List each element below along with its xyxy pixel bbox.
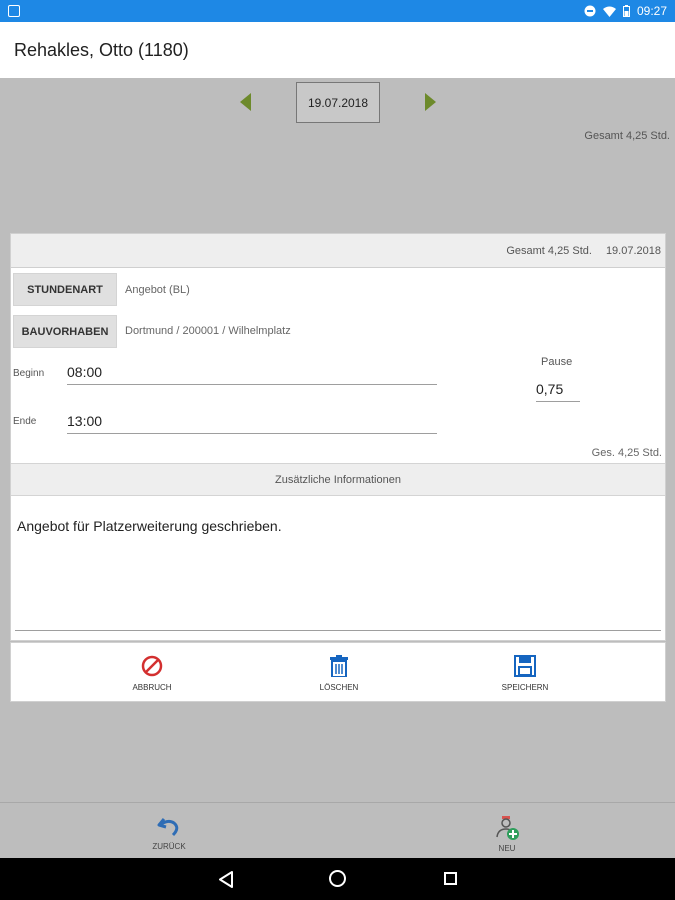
next-day-arrow-icon[interactable] xyxy=(425,93,436,111)
notification-icon xyxy=(8,5,20,17)
clock: 09:27 xyxy=(636,4,667,18)
cancel-icon xyxy=(141,655,163,677)
back-button[interactable]: ZURÜCK xyxy=(129,815,209,851)
ende-label: Ende xyxy=(13,416,37,427)
bottom-bar: ZURÜCK NEU xyxy=(0,802,675,858)
delete-button[interactable]: LÖSCHEN xyxy=(299,655,379,692)
card-header-total: Gesamt 4,25 Std. xyxy=(506,244,592,257)
action-bar: ABBRUCH LÖSCHEN SPEICHERN xyxy=(10,642,666,702)
nav-back-icon[interactable] xyxy=(218,871,234,888)
system-navigation-bar xyxy=(0,858,675,900)
nav-home-icon[interactable] xyxy=(329,870,346,887)
bauvorhaben-button[interactable]: BAUVORHABEN xyxy=(13,315,117,348)
entry-total: Ges. 4,25 Std. xyxy=(591,447,662,459)
save-label: SPEICHERN xyxy=(501,683,549,692)
pause-input[interactable]: 0,75 xyxy=(536,381,580,402)
new-label: NEU xyxy=(498,844,516,853)
cancel-label: ABBRUCH xyxy=(132,683,172,692)
trash-icon xyxy=(330,655,348,677)
add-person-icon xyxy=(496,816,519,840)
battery-icon xyxy=(622,5,630,17)
stundenart-value: Angebot (BL) xyxy=(125,284,190,296)
beginn-input[interactable]: 08:00 xyxy=(67,364,437,385)
delete-label: LÖSCHEN xyxy=(319,683,359,692)
bauvorhaben-value: Dortmund / 200001 / Wilhelmplatz xyxy=(125,325,291,337)
card-header-date: 19.07.2018 xyxy=(605,244,661,257)
status-bar: 09:27 xyxy=(0,0,675,22)
info-section-header: Zusätzliche Informationen xyxy=(11,463,665,496)
new-button[interactable]: NEU xyxy=(467,815,547,853)
dnd-icon xyxy=(584,5,596,17)
ende-input[interactable]: 13:00 xyxy=(67,413,437,434)
undo-icon xyxy=(157,818,179,837)
info-textarea[interactable]: Angebot für Platzerweiterung geschrieben… xyxy=(15,505,661,631)
floppy-icon xyxy=(514,655,536,677)
nav-recents-icon[interactable] xyxy=(444,872,457,885)
pause-label: Pause xyxy=(541,356,573,368)
wifi-icon xyxy=(602,6,616,17)
day-total: Gesamt 4,25 Std. xyxy=(584,130,670,142)
previous-day-arrow-icon[interactable] xyxy=(240,93,251,111)
save-button[interactable]: SPEICHERN xyxy=(485,655,565,692)
date-picker-button[interactable]: 19.07.2018 xyxy=(296,82,380,123)
page-title: Rehakles, Otto (1180) xyxy=(14,39,189,60)
back-label: ZURÜCK xyxy=(152,842,186,851)
beginn-label: Beginn xyxy=(13,368,45,379)
time-entry-card: Gesamt 4,25 Std. 19.07.2018 STUNDENART A… xyxy=(10,233,666,641)
date-navigation: 19.07.2018 xyxy=(0,78,675,128)
app-bar: Rehakles, Otto (1180) xyxy=(0,22,675,78)
card-header: Gesamt 4,25 Std. 19.07.2018 xyxy=(11,234,665,268)
stundenart-button[interactable]: STUNDENART xyxy=(13,273,117,306)
cancel-button[interactable]: ABBRUCH xyxy=(112,655,192,692)
